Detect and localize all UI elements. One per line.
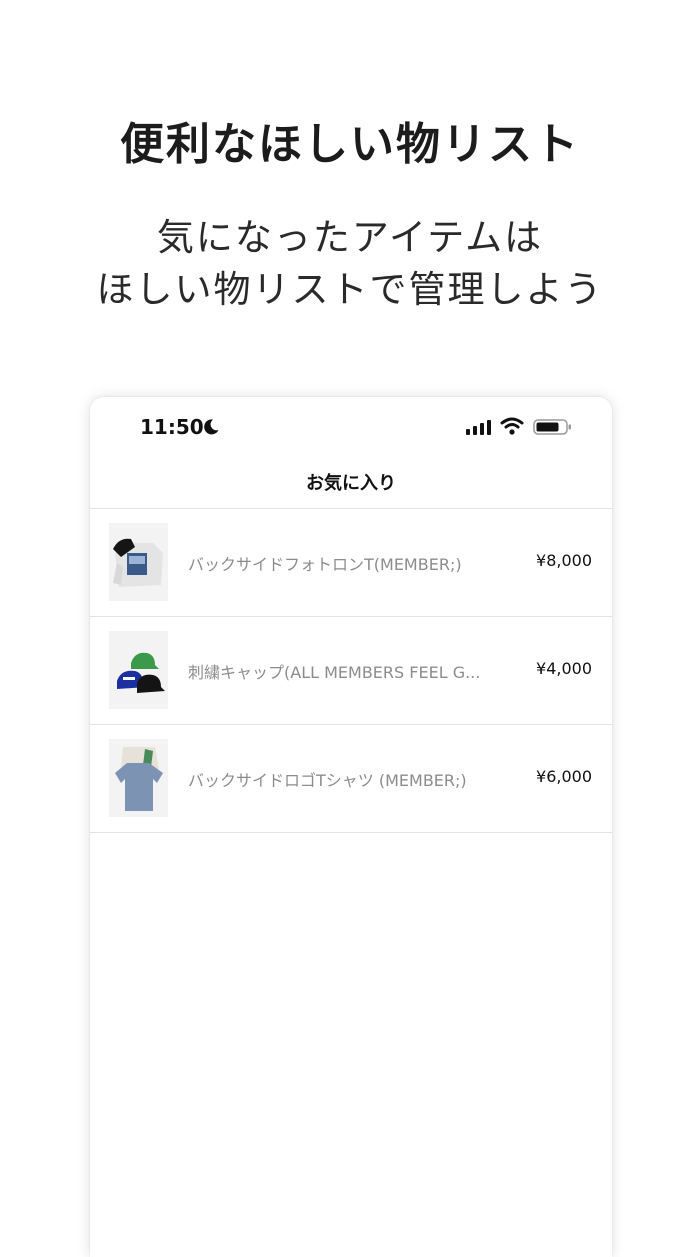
product-thumbnail bbox=[109, 631, 168, 709]
product-thumbnail bbox=[109, 523, 168, 601]
product-thumbnail bbox=[109, 739, 168, 817]
item-price: ¥8,000 bbox=[536, 551, 592, 570]
wifi-icon bbox=[500, 417, 524, 435]
battery-icon bbox=[533, 419, 571, 435]
favorites-list: バックサイドフォトロンT(MEMBER;) ¥8,000 刺繍キャップ(ALL … bbox=[90, 509, 612, 833]
promo-subtitle: 気になったアイテムは ほしい物リストで管理しよう bbox=[0, 212, 700, 316]
status-bar: 11:50 bbox=[90, 397, 612, 459]
favorite-item[interactable]: バックサイドフォトロンT(MEMBER;) ¥8,000 bbox=[90, 509, 612, 617]
promo-title: 便利なほしい物リスト bbox=[120, 119, 580, 170]
promo-subtitle-line-1: 気になったアイテムは bbox=[156, 216, 544, 259]
nav-title: お気に入り bbox=[306, 473, 396, 494]
promo-subtitle-line-2: ほしい物リストで管理しよう bbox=[96, 268, 604, 311]
status-time: 11:50 bbox=[140, 415, 204, 439]
item-name: バックサイドロゴTシャツ (MEMBER;) bbox=[188, 771, 467, 790]
favorite-item[interactable]: バックサイドロゴTシャツ (MEMBER;) ¥6,000 bbox=[90, 725, 612, 833]
item-price: ¥6,000 bbox=[536, 767, 592, 786]
favorite-item[interactable]: 刺繍キャップ(ALL MEMBERS FEEL G... ¥4,000 bbox=[90, 617, 612, 725]
item-name: バックサイドフォトロンT(MEMBER;) bbox=[188, 555, 462, 574]
phone-screen: 11:50 お気に入り バックサイドフォトロンT(MEMBER;) ¥8,000… bbox=[90, 397, 612, 1257]
item-name: 刺繍キャップ(ALL MEMBERS FEEL G... bbox=[188, 663, 481, 682]
moon-icon bbox=[204, 419, 219, 435]
signal-icon bbox=[466, 420, 491, 435]
item-price: ¥4,000 bbox=[536, 659, 592, 678]
